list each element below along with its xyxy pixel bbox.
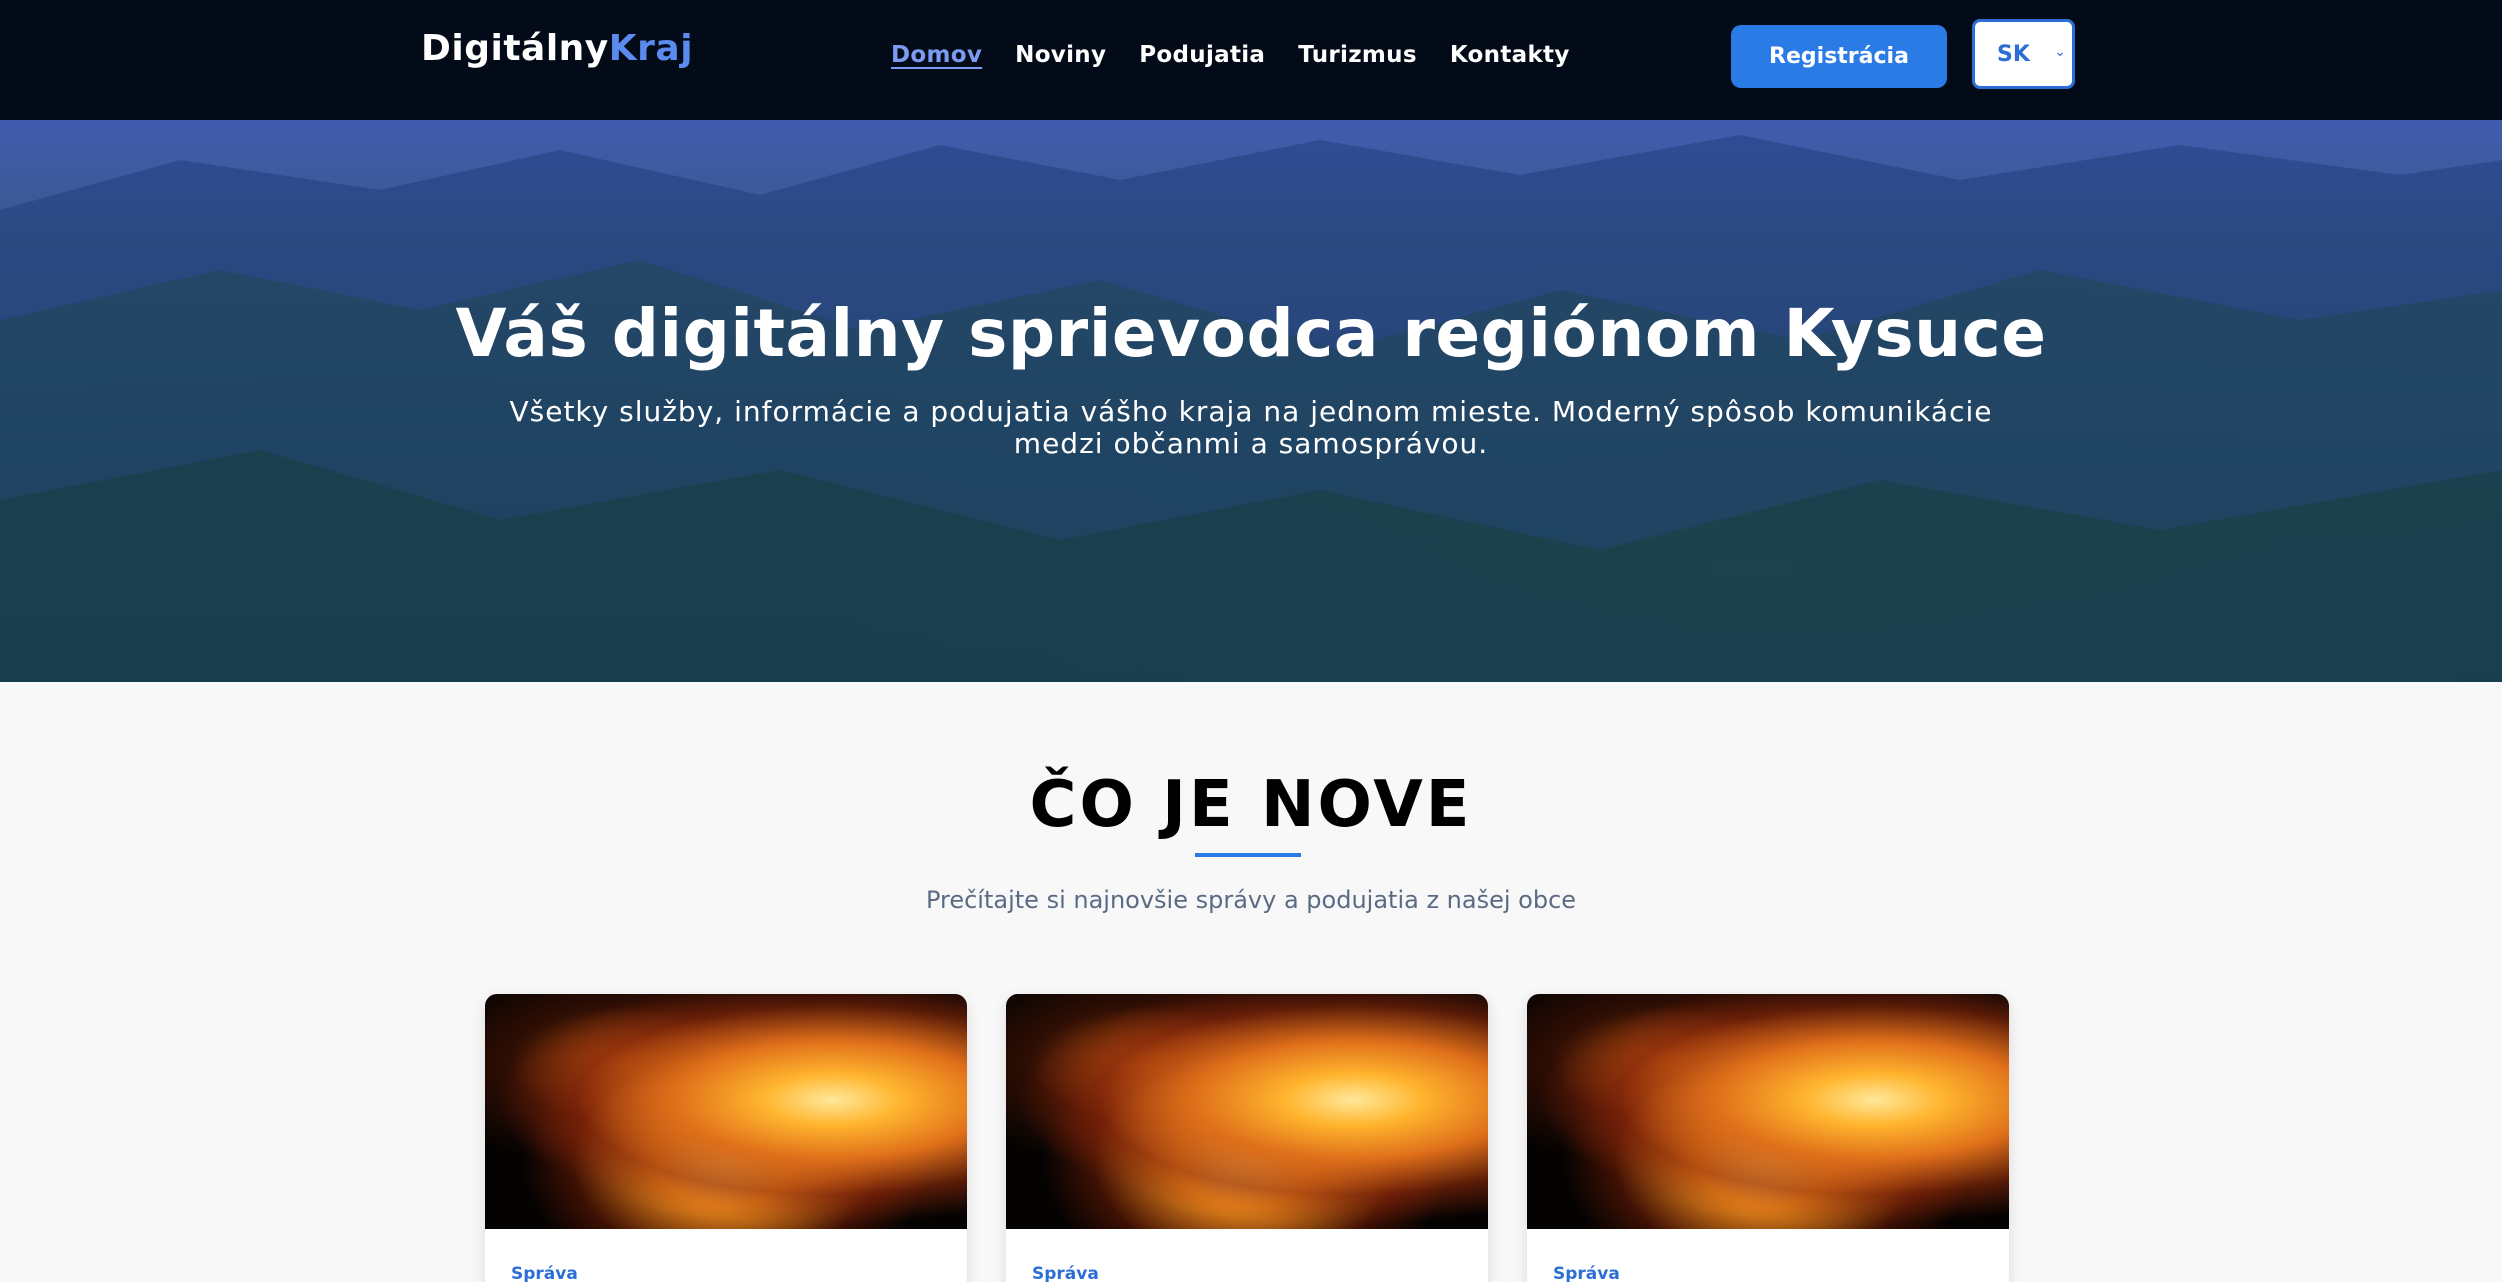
nav-item-turizmus[interactable]: Turizmus	[1298, 42, 1417, 68]
hero-subtitle: Všetky služby, informácie a podujatia vá…	[509, 395, 1993, 460]
language-select[interactable]: SK ⌄	[1972, 19, 2075, 89]
nav-item-noviny[interactable]: Noviny	[1015, 42, 1106, 68]
register-button[interactable]: Registrácia	[1731, 25, 1947, 88]
news-card-category[interactable]: Správa	[1553, 1264, 1620, 1282]
news-card-category[interactable]: Správa	[511, 1264, 578, 1282]
news-card[interactable]: Správa	[1527, 994, 2009, 1282]
news-card[interactable]: Správa	[485, 994, 967, 1282]
nav-item-domov[interactable]: Domov	[891, 42, 982, 68]
site-header: DigitálnyKraj Domov Noviny Podujatia Tur…	[0, 0, 2502, 120]
news-card-category[interactable]: Správa	[1032, 1264, 1099, 1282]
news-section-title: ČO JE NOVE	[1029, 768, 1473, 842]
news-section-subtitle: Prečítajte si najnovšie správy a podujat…	[925, 886, 1577, 914]
title-underline	[1195, 853, 1301, 857]
nav-item-kontakty[interactable]: Kontakty	[1450, 42, 1570, 68]
hero-title: Váš digitálny sprievodca regiónom Kysuce	[455, 295, 2047, 372]
news-card-image	[1527, 994, 2009, 1229]
news-card[interactable]: Správa	[1006, 994, 1488, 1282]
news-card-image	[485, 994, 967, 1229]
logo-accent-text: Kraj	[608, 28, 694, 69]
logo-main-text: Digitálny	[421, 28, 609, 69]
nav-item-podujatia[interactable]: Podujatia	[1139, 42, 1265, 68]
news-card-image	[1006, 994, 1488, 1229]
chevron-down-icon: ⌄	[2054, 44, 2066, 60]
language-value: SK	[1997, 42, 2030, 67]
main-nav: Domov Noviny Podujatia Turizmus Kontakty	[891, 42, 1570, 68]
site-logo[interactable]: DigitálnyKraj	[421, 28, 693, 69]
hero-section: Váš digitálny sprievodca regiónom Kysuce…	[0, 120, 2502, 682]
